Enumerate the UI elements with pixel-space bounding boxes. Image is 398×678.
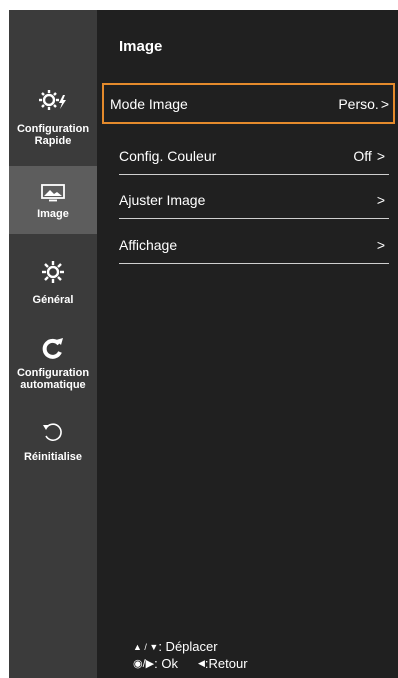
up-down-arrows-icon: ▲ / ▼ [133,641,159,652]
page-title: Image [119,38,163,55]
menu-item-label: Affichage [119,237,178,253]
reset-icon [43,423,62,442]
auto-config-icon [42,338,63,359]
key-hints: ▲ / ▼ : Déplacer ◉/▶ : Ok ◀ :Retour [133,638,248,672]
osd-menu: Configuration Rapide Image Général Confi… [9,10,398,678]
sidebar-item-auto-config[interactable]: Configuration automatique [9,337,97,397]
menu-item-value: Perso. > [338,96,389,112]
chevron-right-icon: > [376,237,385,253]
menu-item-value: > [375,237,385,253]
hint-move: ▲ / ▼ : Déplacer [133,639,218,654]
menu-item-mode-image[interactable]: Mode Image Perso. > [102,83,395,124]
picture-icon [41,184,65,202]
sidebar-item-label: Réinitialise [23,451,83,463]
left-arrow-icon: ◀ [197,658,205,668]
menu-item-label: Ajuster Image [119,192,206,208]
sidebar-item-image[interactable]: Image [9,166,97,234]
chevron-right-icon: > [380,96,389,112]
sidebar-item-general[interactable]: Général [9,260,97,310]
menu-item-ajuster-image[interactable]: Ajuster Image > [113,185,389,215]
main-panel: Image Mode Image Perso. > Config. Couleur… [97,10,398,678]
hint-ok-back: ◉/▶ : Ok ◀ :Retour [133,656,248,671]
quick-settings-icon [39,90,66,110]
gear-icon [42,261,64,283]
menu-item-label: Mode Image [110,96,188,112]
sidebar-item-label: Image [37,208,69,220]
menu-item-value: Off > [353,148,385,164]
sidebar-item-label: Configuration Rapide [16,123,90,147]
sidebar-item-reset[interactable]: Réinitialise [9,420,97,470]
menu-item-config-couleur[interactable]: Config. Couleur Off > [113,141,389,171]
menu-item-value: > [375,192,385,208]
divider [119,174,389,175]
ok-button-icon: ◉/▶ [133,658,155,670]
sidebar-item-label: Configuration automatique [16,367,90,391]
chevron-right-icon: > [376,148,385,164]
sidebar-item-quick-settings[interactable]: Configuration Rapide [9,88,97,160]
divider [119,263,389,264]
sidebar-item-label: Général [32,294,74,306]
chevron-right-icon: > [376,192,385,208]
menu-item-label: Config. Couleur [119,148,217,164]
sidebar: Configuration Rapide Image Général Confi… [9,10,97,678]
divider [119,218,389,219]
menu-item-affichage[interactable]: Affichage > [113,230,389,260]
